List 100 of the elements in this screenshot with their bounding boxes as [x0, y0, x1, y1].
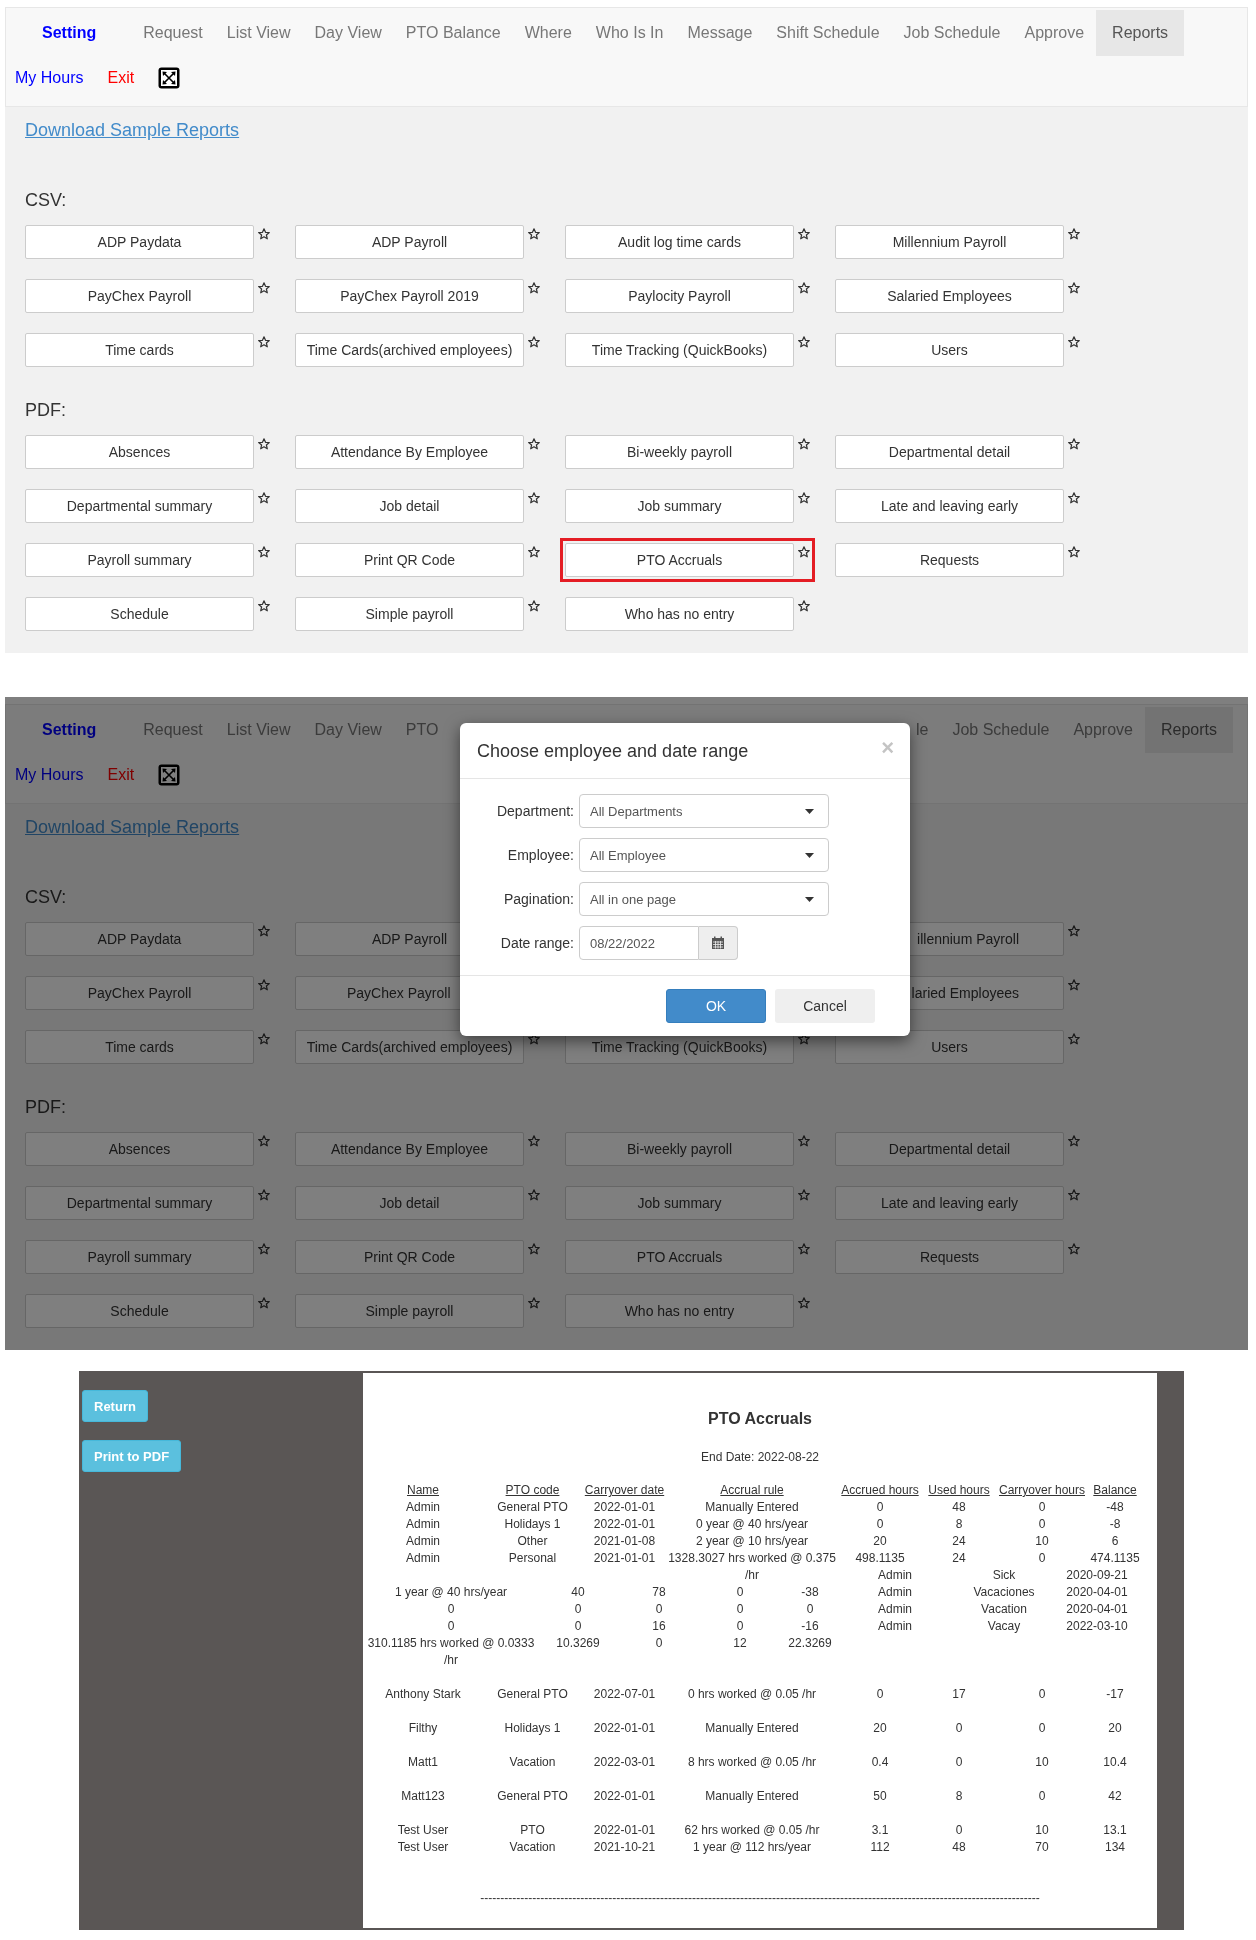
- report-button[interactable]: Audit log time cards: [565, 225, 794, 259]
- select-field[interactable]: All in one page: [579, 882, 829, 916]
- nav-tab[interactable]: Request: [131, 10, 215, 56]
- report-button[interactable]: Bi-weekly payroll: [565, 1132, 794, 1166]
- nav-tab[interactable]: Reports: [1096, 10, 1185, 56]
- nav-tab[interactable]: Message: [675, 10, 765, 56]
- star-icon[interactable]: [258, 438, 270, 450]
- star-icon[interactable]: [528, 438, 540, 450]
- star-icon[interactable]: [798, 1243, 810, 1255]
- report-button[interactable]: PayChex Payroll: [25, 976, 254, 1010]
- star-icon[interactable]: [258, 1135, 270, 1147]
- nav-tab[interactable]: List View: [214, 707, 303, 753]
- report-button[interactable]: Absences: [25, 1132, 254, 1166]
- star-icon[interactable]: [528, 1297, 540, 1309]
- star-icon[interactable]: [258, 336, 270, 348]
- report-button[interactable]: Departmental summary: [25, 489, 254, 523]
- report-button[interactable]: PTO Accruals: [565, 543, 794, 577]
- report-button[interactable]: Simple payroll: [295, 1294, 524, 1328]
- nav-tab[interactable]: Approve: [1012, 10, 1097, 56]
- star-icon[interactable]: [528, 600, 540, 612]
- star-icon[interactable]: [1068, 546, 1080, 558]
- report-button[interactable]: Attendance By Employee: [295, 435, 524, 469]
- download-link[interactable]: Download Sample Reports: [25, 119, 240, 141]
- star-icon[interactable]: [258, 282, 270, 294]
- star-icon[interactable]: [798, 492, 810, 504]
- report-button[interactable]: Millennium Payroll: [835, 225, 1064, 259]
- star-icon[interactable]: [798, 282, 810, 294]
- star-icon[interactable]: [798, 1189, 810, 1201]
- star-icon[interactable]: [528, 1189, 540, 1201]
- report-button[interactable]: Requests: [835, 1240, 1064, 1274]
- nav-tab[interactable]: Request: [131, 707, 215, 753]
- report-button[interactable]: PayChex Payroll 2019: [295, 279, 524, 313]
- download-link[interactable]: Download Sample Reports: [25, 816, 240, 838]
- report-button[interactable]: Users: [835, 1030, 1064, 1064]
- nav-tab[interactable]: Setting: [6, 10, 132, 56]
- exit-link[interactable]: Exit: [107, 766, 135, 784]
- nav-tab[interactable]: PTO Balance: [393, 10, 513, 56]
- star-icon[interactable]: [528, 1243, 540, 1255]
- fullscreen-icon[interactable]: [158, 67, 181, 89]
- report-button[interactable]: Simple payroll: [295, 597, 524, 631]
- star-icon[interactable]: [798, 438, 810, 450]
- star-icon[interactable]: [258, 1243, 270, 1255]
- report-button[interactable]: Payroll summary: [25, 543, 254, 577]
- report-button[interactable]: Schedule: [25, 1294, 254, 1328]
- select-field[interactable]: All Employee: [579, 838, 829, 872]
- report-button[interactable]: Bi-weekly payroll: [565, 435, 794, 469]
- star-icon[interactable]: [258, 979, 270, 991]
- nav-tab[interactable]: Job Schedule: [891, 10, 1013, 56]
- report-button[interactable]: Job summary: [565, 1186, 794, 1220]
- report-button[interactable]: Requests: [835, 543, 1064, 577]
- nav-tab[interactable]: Who Is In: [583, 10, 676, 56]
- report-button[interactable]: Salaried Employees: [835, 279, 1064, 313]
- star-icon[interactable]: [1068, 492, 1080, 504]
- star-icon[interactable]: [528, 546, 540, 558]
- report-button[interactable]: Job summary: [565, 489, 794, 523]
- star-icon[interactable]: [258, 925, 270, 937]
- report-button[interactable]: Departmental detail: [835, 1132, 1064, 1166]
- star-icon[interactable]: [798, 228, 810, 240]
- star-icon[interactable]: [1068, 925, 1080, 937]
- report-button[interactable]: Departmental detail: [835, 435, 1064, 469]
- date-field[interactable]: 08/22/2022: [579, 926, 699, 960]
- report-button[interactable]: PTO Accruals: [565, 1240, 794, 1274]
- report-button[interactable]: Time Cards(archived employees): [295, 333, 524, 367]
- report-button[interactable]: Schedule: [25, 597, 254, 631]
- star-icon[interactable]: [798, 1135, 810, 1147]
- report-button[interactable]: Payroll summary: [25, 1240, 254, 1274]
- report-button[interactable]: Print QR Code: [295, 543, 524, 577]
- star-icon[interactable]: [1068, 282, 1080, 294]
- cancel-button[interactable]: Cancel: [775, 989, 875, 1023]
- exit-link[interactable]: Exit: [107, 69, 135, 87]
- report-button[interactable]: Users: [835, 333, 1064, 367]
- star-icon[interactable]: [258, 546, 270, 558]
- star-icon[interactable]: [1068, 228, 1080, 240]
- star-icon[interactable]: [258, 1189, 270, 1201]
- report-button[interactable]: ADP Paydata: [25, 225, 254, 259]
- report-button[interactable]: Departmental summary: [25, 1186, 254, 1220]
- star-icon[interactable]: [528, 492, 540, 504]
- report-button[interactable]: ADP Payroll: [295, 225, 524, 259]
- nav-tab[interactable]: Job Schedule: [940, 707, 1062, 753]
- star-icon[interactable]: [1068, 1189, 1080, 1201]
- report-button[interactable]: ADP Paydata: [25, 922, 254, 956]
- star-icon[interactable]: [528, 282, 540, 294]
- nav-link[interactable]: My Hours: [15, 766, 84, 784]
- report-button[interactable]: Attendance By Employee: [295, 1132, 524, 1166]
- star-icon[interactable]: [1068, 1033, 1080, 1045]
- star-icon[interactable]: [528, 336, 540, 348]
- star-icon[interactable]: [1068, 1135, 1080, 1147]
- nav-tab[interactable]: Setting: [6, 707, 132, 753]
- star-icon[interactable]: [1068, 438, 1080, 450]
- star-icon[interactable]: [798, 336, 810, 348]
- star-icon[interactable]: [528, 228, 540, 240]
- report-button[interactable]: Print QR Code: [295, 1240, 524, 1274]
- star-icon[interactable]: [798, 600, 810, 612]
- report-button[interactable]: Time Tracking (QuickBooks): [565, 333, 794, 367]
- nav-tab[interactable]: Shift Schedule: [764, 10, 892, 56]
- star-icon[interactable]: [258, 600, 270, 612]
- star-icon[interactable]: [1068, 979, 1080, 991]
- report-button[interactable]: Who has no entry: [565, 597, 794, 631]
- report-button[interactable]: Job detail: [295, 489, 524, 523]
- nav-link[interactable]: My Hours: [15, 69, 84, 87]
